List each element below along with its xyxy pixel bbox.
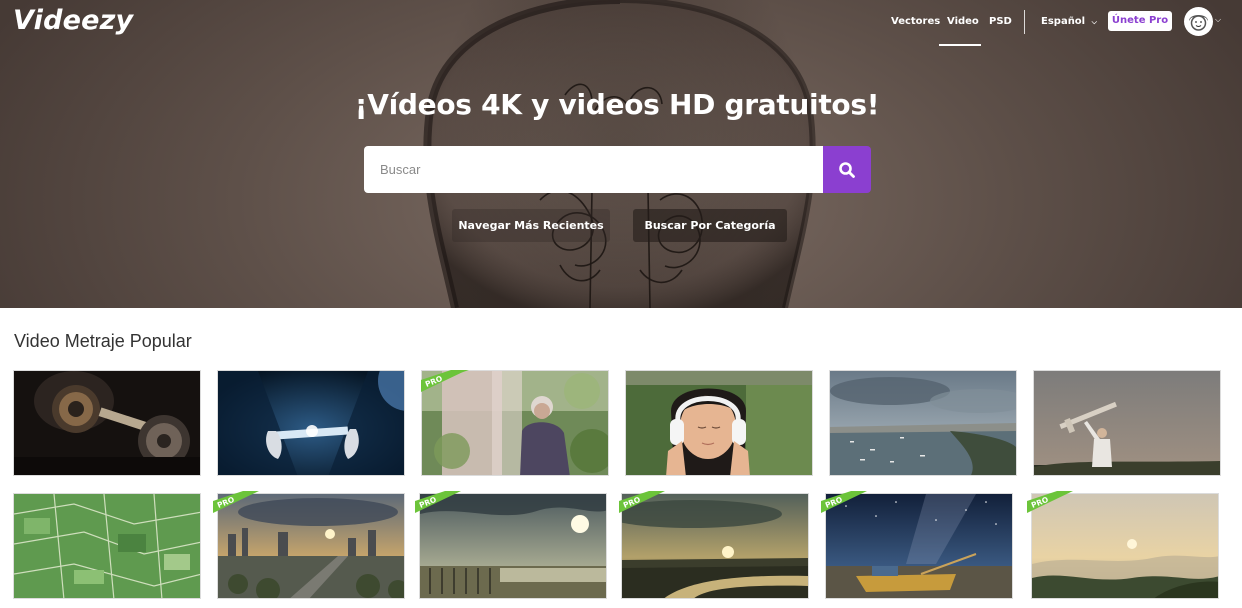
thumbnail-image [14,371,200,475]
video-thumbnail-wetland-sunset[interactable] [419,493,607,599]
thumbnail-image [1034,371,1220,475]
language-selector[interactable]: Español ⌵ [1041,16,1097,27]
video-thumbnail-toy-airplane[interactable] [1033,370,1221,476]
videezy-logo[interactable]: Videezy [13,5,133,36]
hero-banner: Videezy Vectores Video PSD Español ⌵ Úne… [0,0,1242,308]
video-thumbnail-girl-headphones[interactable] [625,370,813,476]
thumbnail-image [1032,494,1218,598]
thumbnail-image [14,494,200,598]
search-button[interactable] [823,146,871,193]
nav-divider [1024,10,1025,34]
thumbnail-image [420,494,606,598]
section-title-popular: Video Metraje Popular [14,331,192,351]
search-input[interactable] [364,146,824,193]
video-thumbnail-tablet[interactable] [217,370,405,476]
video-thumbnail-elderly-woman[interactable] [421,370,609,476]
thumbnail-image [622,494,808,598]
nav-item-psd[interactable]: PSD [989,16,1012,27]
video-thumbnail-dumbbells[interactable] [13,370,201,476]
thumbnail-image [218,371,404,475]
search-icon [839,162,855,178]
chevron-down-icon: ⌵ [1091,18,1097,26]
avatar-chevron-down-icon[interactable]: ⌵ [1215,15,1221,25]
browse-recent-button[interactable]: Navegar Más Recientes [452,209,610,242]
video-thumbnail-city-bay[interactable] [829,370,1017,476]
nav-item-vectores[interactable]: Vectores [891,16,940,27]
hero-title: ¡Vídeos 4K y videos HD gratuitos! [354,88,880,121]
browse-category-button[interactable]: Buscar Por Categoría [633,209,787,242]
join-pro-button[interactable]: Únete Pro [1108,11,1172,31]
nav-active-indicator [939,44,981,46]
video-thumbnail-misty-valley[interactable] [1031,493,1219,599]
video-thumbnail-boat-stars[interactable] [825,493,1013,599]
thumbnail-image [826,494,1012,598]
avatar-icon[interactable] [1184,7,1213,36]
language-label: Español [1041,16,1086,27]
thumbnail-image [422,371,608,475]
video-thumbnail-city-sunset[interactable] [217,493,405,599]
nav-item-video[interactable]: Video [947,16,979,27]
thumbnail-image [830,371,1016,475]
video-thumbnail-farm-fields[interactable] [13,493,201,599]
video-thumbnail-river-sunset[interactable] [621,493,809,599]
thumbnail-image [218,494,404,598]
thumbnail-image [626,371,812,475]
